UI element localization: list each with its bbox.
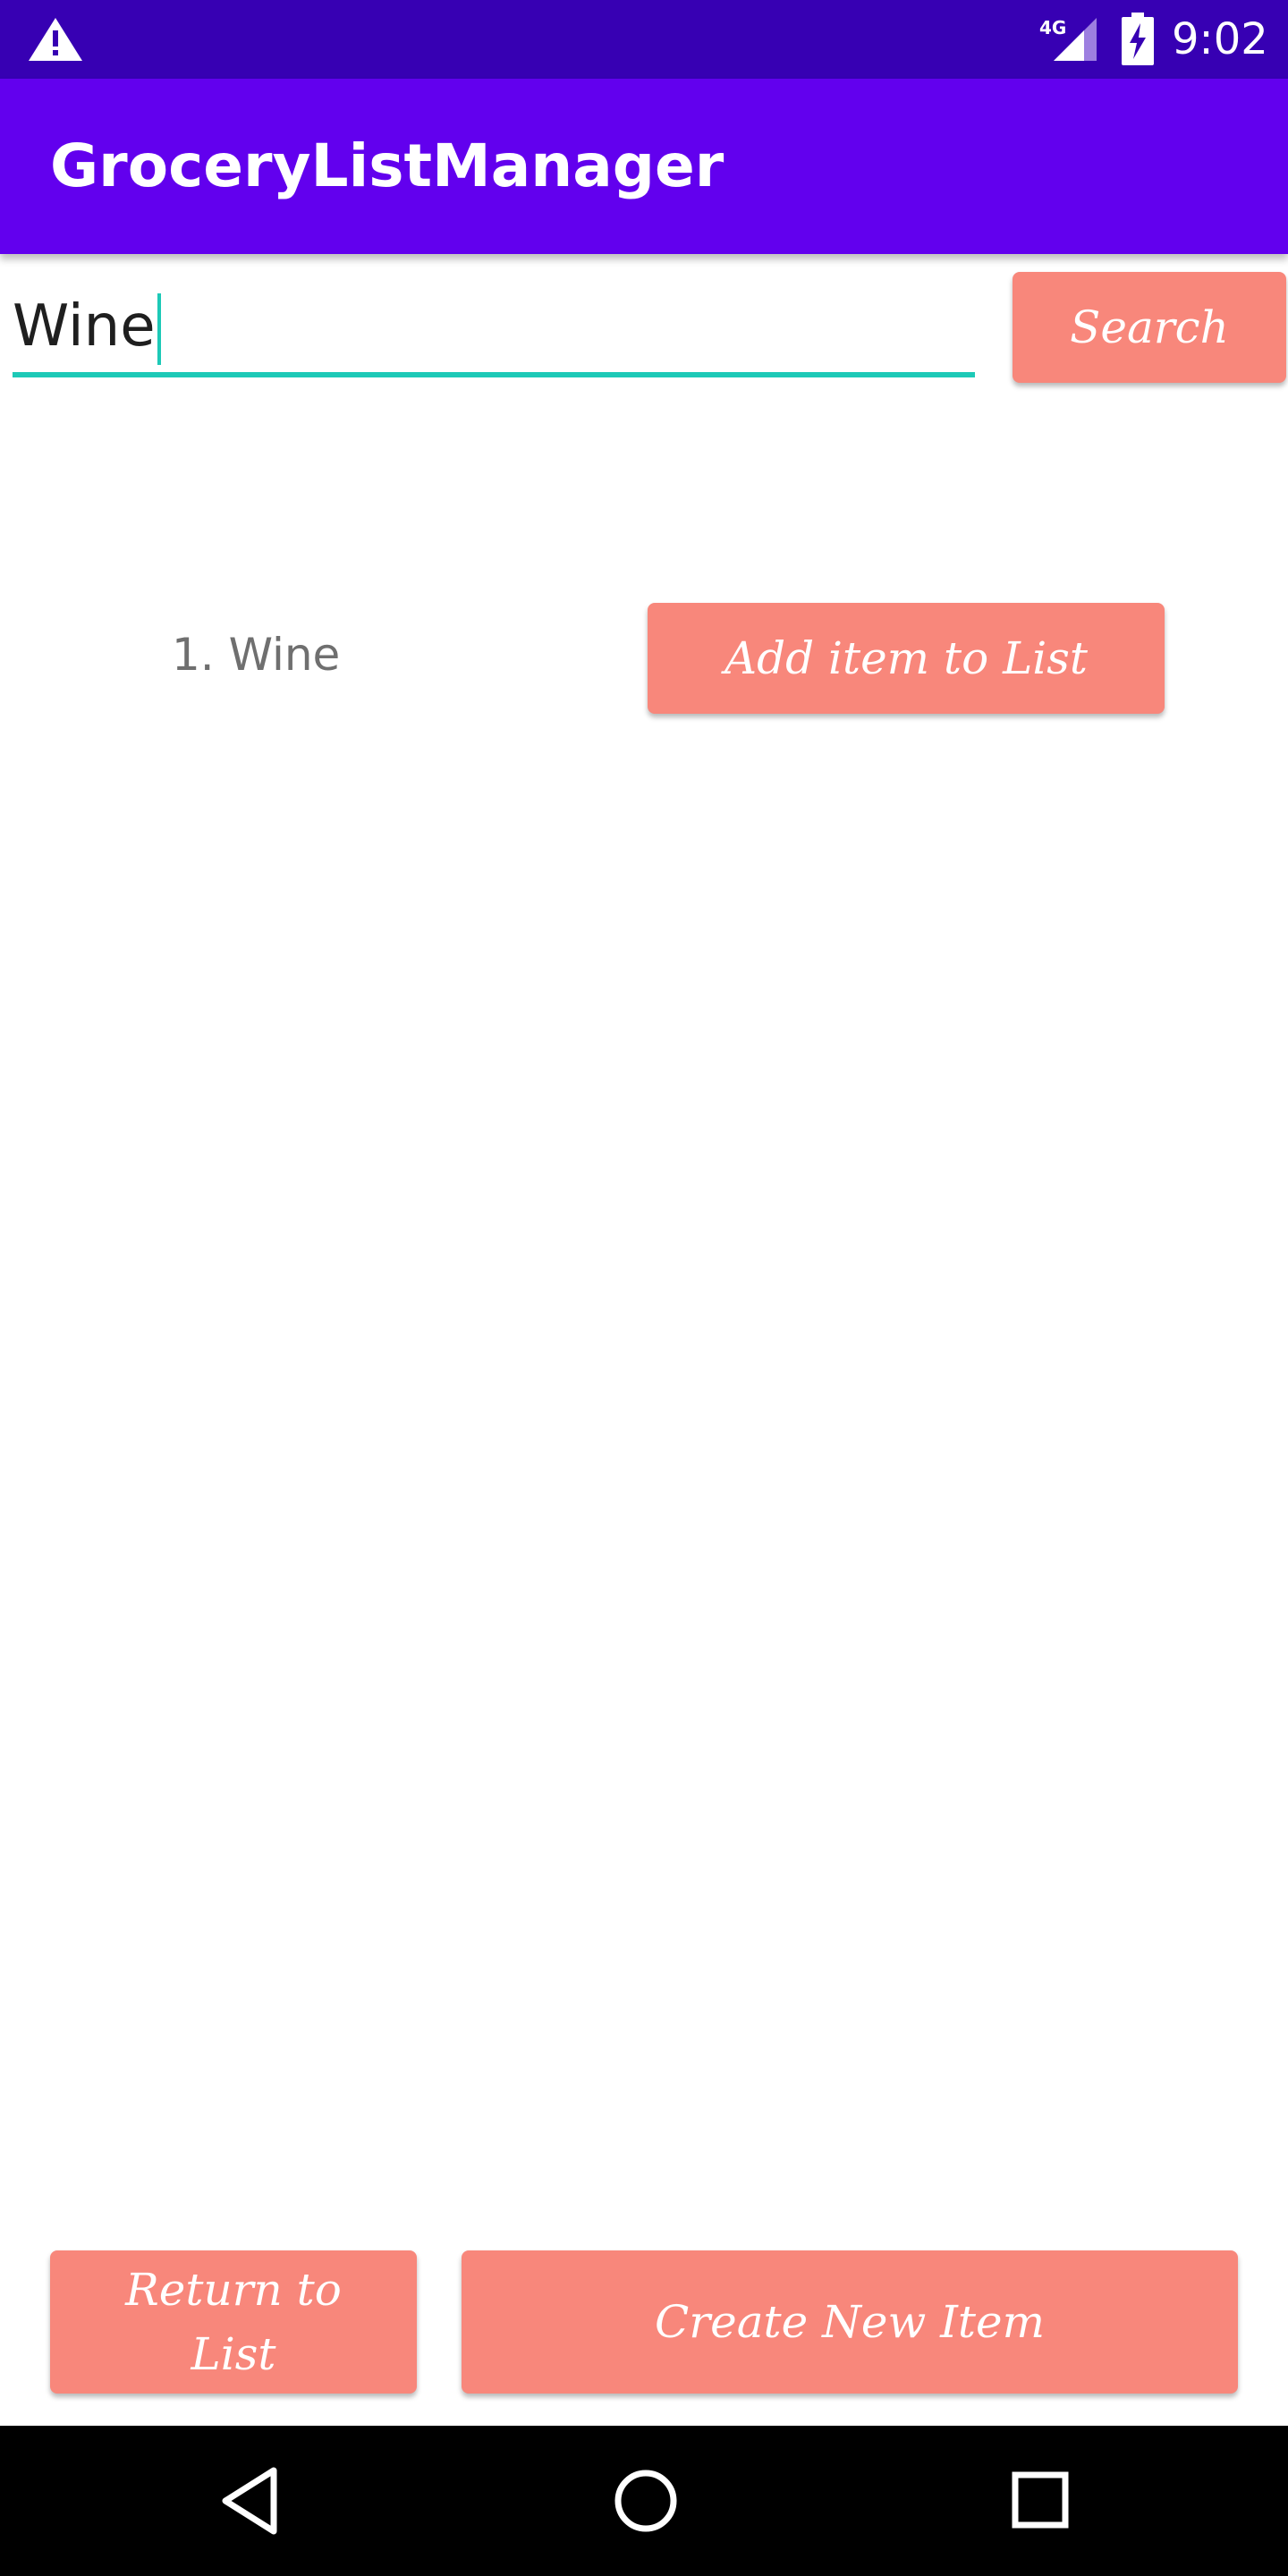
signal-icon: 4G (1039, 17, 1097, 61)
search-input[interactable]: Wine (13, 277, 975, 381)
search-input-text[interactable]: Wine (13, 286, 161, 367)
home-icon[interactable] (612, 2467, 680, 2535)
status-time: 9:02 (1172, 14, 1268, 64)
result-item-label: 1. Wine (172, 629, 341, 681)
status-bar: 4G 9:02 (0, 0, 1288, 79)
screen: 4G 9:02 GroceryListManager Wine Search 1… (0, 0, 1288, 2576)
search-input-value: Wine (13, 293, 156, 360)
app-bar: GroceryListManager (0, 79, 1288, 254)
network-label: 4G (1039, 17, 1066, 38)
text-cursor (157, 293, 161, 366)
create-new-item-button[interactable]: Create New Item (462, 2250, 1238, 2394)
recents-icon[interactable] (1011, 2470, 1070, 2529)
back-icon[interactable] (218, 2465, 281, 2537)
add-item-to-list-button[interactable]: Add item to List (648, 603, 1165, 714)
return-to-list-button[interactable]: Return to List (50, 2250, 417, 2394)
navigation-bar (0, 2426, 1288, 2576)
search-input-underline (13, 372, 975, 377)
battery-charging-icon (1122, 13, 1154, 65)
app-title: GroceryListManager (50, 131, 724, 200)
search-button[interactable]: Search (1013, 272, 1286, 383)
warning-icon (29, 18, 82, 61)
